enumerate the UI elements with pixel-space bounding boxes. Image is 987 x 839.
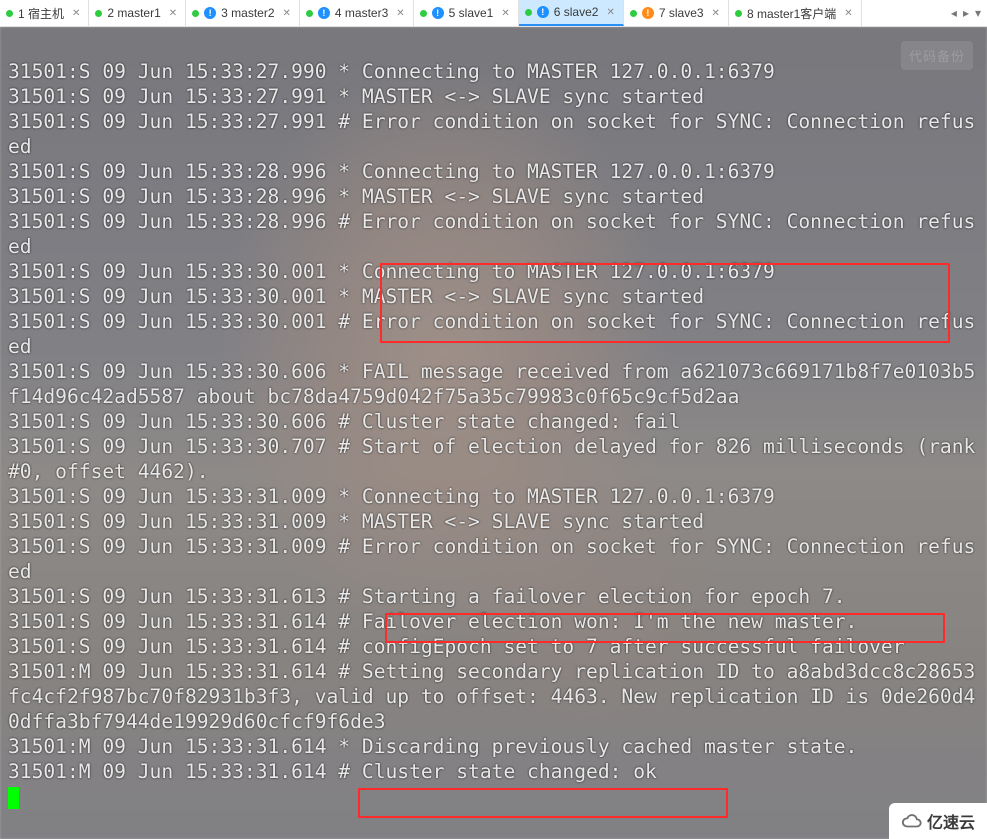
- status-dot-icon: [630, 10, 637, 17]
- close-icon[interactable]: ✕: [712, 8, 720, 19]
- tab-1[interactable]: 1 宿主机 ✕: [0, 0, 89, 26]
- tab-label: 7 slave3: [659, 6, 704, 20]
- tab-4[interactable]: ! 4 master3 ✕: [300, 0, 414, 26]
- status-dot-icon: [95, 10, 102, 17]
- cursor-icon: [8, 787, 19, 809]
- tab-7[interactable]: ! 7 slave3 ✕: [624, 0, 729, 26]
- status-dot-icon: [735, 10, 742, 17]
- tab-label: 2 master1: [107, 6, 160, 20]
- status-dot-icon: [192, 10, 199, 17]
- tab-label: 3 master2: [221, 6, 274, 20]
- tab-6[interactable]: ! 6 slave2 ✕: [519, 0, 624, 26]
- cloud-icon: [901, 813, 923, 829]
- close-icon[interactable]: ✕: [844, 8, 852, 19]
- terminal-overlay[interactable]: 代码备份 31501:S 09 Jun 15:33:27.990 * Conne…: [0, 27, 987, 839]
- close-icon[interactable]: ✕: [396, 8, 404, 19]
- tab-label: 8 master1客户端: [747, 5, 836, 22]
- tab-8[interactable]: 8 master1客户端 ✕: [729, 0, 862, 26]
- tab-bar-controls: ◂ ▸ ▾: [945, 0, 987, 26]
- info-icon: !: [432, 7, 444, 19]
- tab-3[interactable]: ! 3 master2 ✕: [186, 0, 300, 26]
- close-icon[interactable]: ✕: [169, 8, 177, 19]
- info-icon: !: [537, 6, 549, 18]
- tab-2[interactable]: 2 master1 ✕: [89, 0, 186, 26]
- close-icon[interactable]: ✕: [283, 8, 291, 19]
- tab-label: 1 宿主机: [18, 5, 64, 22]
- brand-badge: 亿速云: [889, 803, 987, 839]
- close-icon[interactable]: ✕: [72, 8, 80, 19]
- status-dot-icon: [6, 10, 13, 17]
- close-icon[interactable]: ✕: [501, 8, 509, 19]
- scroll-right-icon[interactable]: ▸: [963, 6, 969, 20]
- brand-text: 亿速云: [927, 809, 975, 833]
- info-icon: !: [642, 7, 654, 19]
- info-icon: !: [318, 7, 330, 19]
- close-icon[interactable]: ✕: [606, 7, 614, 18]
- scroll-left-icon[interactable]: ◂: [951, 6, 957, 20]
- tab-label: 6 slave2: [554, 5, 599, 19]
- info-icon: !: [204, 7, 216, 19]
- terminal-area: 代码备份 31501:S 09 Jun 15:33:27.990 * Conne…: [0, 27, 987, 839]
- tab-label: 5 slave1: [449, 6, 494, 20]
- terminal-log: 31501:S 09 Jun 15:33:27.990 * Connecting…: [8, 59, 979, 809]
- tab-5[interactable]: ! 5 slave1 ✕: [414, 0, 519, 26]
- status-dot-icon: [525, 9, 532, 16]
- status-dot-icon: [420, 10, 427, 17]
- dropdown-icon[interactable]: ▾: [975, 6, 981, 20]
- status-dot-icon: [306, 10, 313, 17]
- tab-bar: 1 宿主机 ✕ 2 master1 ✕! 3 master2 ✕! 4 master3 ✕! 5…: [0, 0, 987, 27]
- tab-label: 4 master3: [335, 6, 388, 20]
